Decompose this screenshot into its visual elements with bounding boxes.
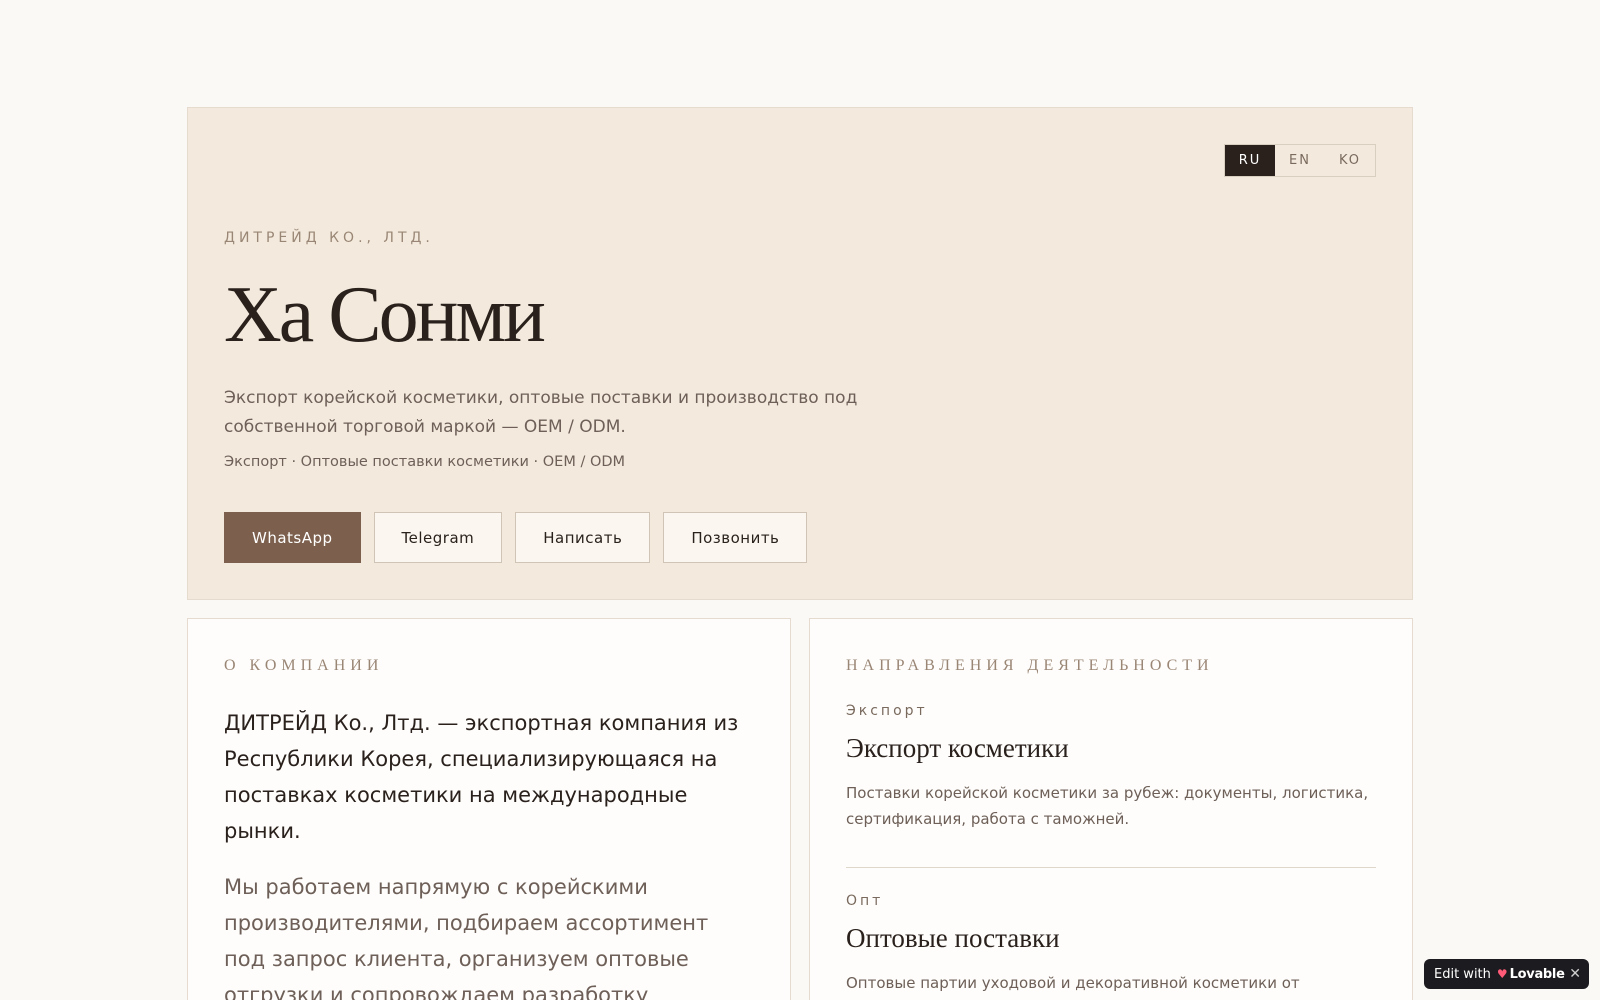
hero-tags: Экспорт · Оптовые поставки косметики · O… <box>224 454 626 470</box>
badge-prefix: Edit with <box>1434 966 1491 982</box>
divider <box>846 867 1376 868</box>
hero-description: Экспорт корейской косметики, оптовые пос… <box>224 388 858 437</box>
whatsapp-button[interactable]: WhatsApp <box>224 512 361 563</box>
lovable-heart-icon: ♥ <box>1496 967 1508 981</box>
lang-en-button[interactable]: EN <box>1275 145 1325 176</box>
write-button[interactable]: Написать <box>515 512 651 563</box>
direction-title: Экспорт косметики <box>846 733 1069 763</box>
badge-brand: Lovable <box>1509 966 1565 982</box>
close-icon[interactable]: ✕ <box>1569 959 1581 989</box>
language-switcher: RU EN KO <box>1224 144 1376 177</box>
direction-title: Оптовые поставки <box>846 923 1060 953</box>
directions-section-label: НАПРАВЛЕНИЯ ДЕЯТЕЛЬНОСТИ <box>846 657 1214 674</box>
company-name: ДИТРЕЙД КО., ЛТД. <box>224 230 434 246</box>
direction-text: Оптовые партии уходовой и декоративной к… <box>846 974 1300 992</box>
call-button[interactable]: Позвонить <box>663 512 808 563</box>
about-body-text: Мы работаем напрямую с корейскими произв… <box>224 875 709 1000</box>
lang-ru-button[interactable]: RU <box>1225 145 1275 176</box>
direction-kicker: Экспорт <box>846 703 928 719</box>
direction-text: Поставки корейской косметики за рубеж: д… <box>846 784 1369 828</box>
page-title: Ха Сонми <box>224 271 546 359</box>
telegram-button[interactable]: Telegram <box>373 512 503 563</box>
lang-ko-button[interactable]: KO <box>1325 145 1375 176</box>
direction-kicker: Опт <box>846 893 884 909</box>
about-card: О КОМПАНИИ ДИТРЕЙД Ко., Лтд. — экспортна… <box>187 618 791 1000</box>
direction-item-export: Экспорт Экспорт косметики Поставки корей… <box>846 703 1376 832</box>
directions-card: НАПРАВЛЕНИЯ ДЕЯТЕЛЬНОСТИ Экспорт Экспорт… <box>809 618 1413 1000</box>
edit-with-lovable-badge[interactable]: Edit with ♥ Lovable ✕ <box>1424 959 1589 989</box>
contact-buttons: WhatsApp Telegram Написать Позвонить <box>224 512 808 563</box>
hero-section: RU EN KO ДИТРЕЙД КО., ЛТД. Ха Сонми Эксп… <box>187 107 1413 600</box>
direction-item-wholesale: Опт Оптовые поставки Оптовые партии уход… <box>846 893 1376 996</box>
about-lead-text: ДИТРЕЙД Ко., Лтд. — экспортная компания … <box>224 711 739 843</box>
about-section-label: О КОМПАНИИ <box>224 657 384 674</box>
